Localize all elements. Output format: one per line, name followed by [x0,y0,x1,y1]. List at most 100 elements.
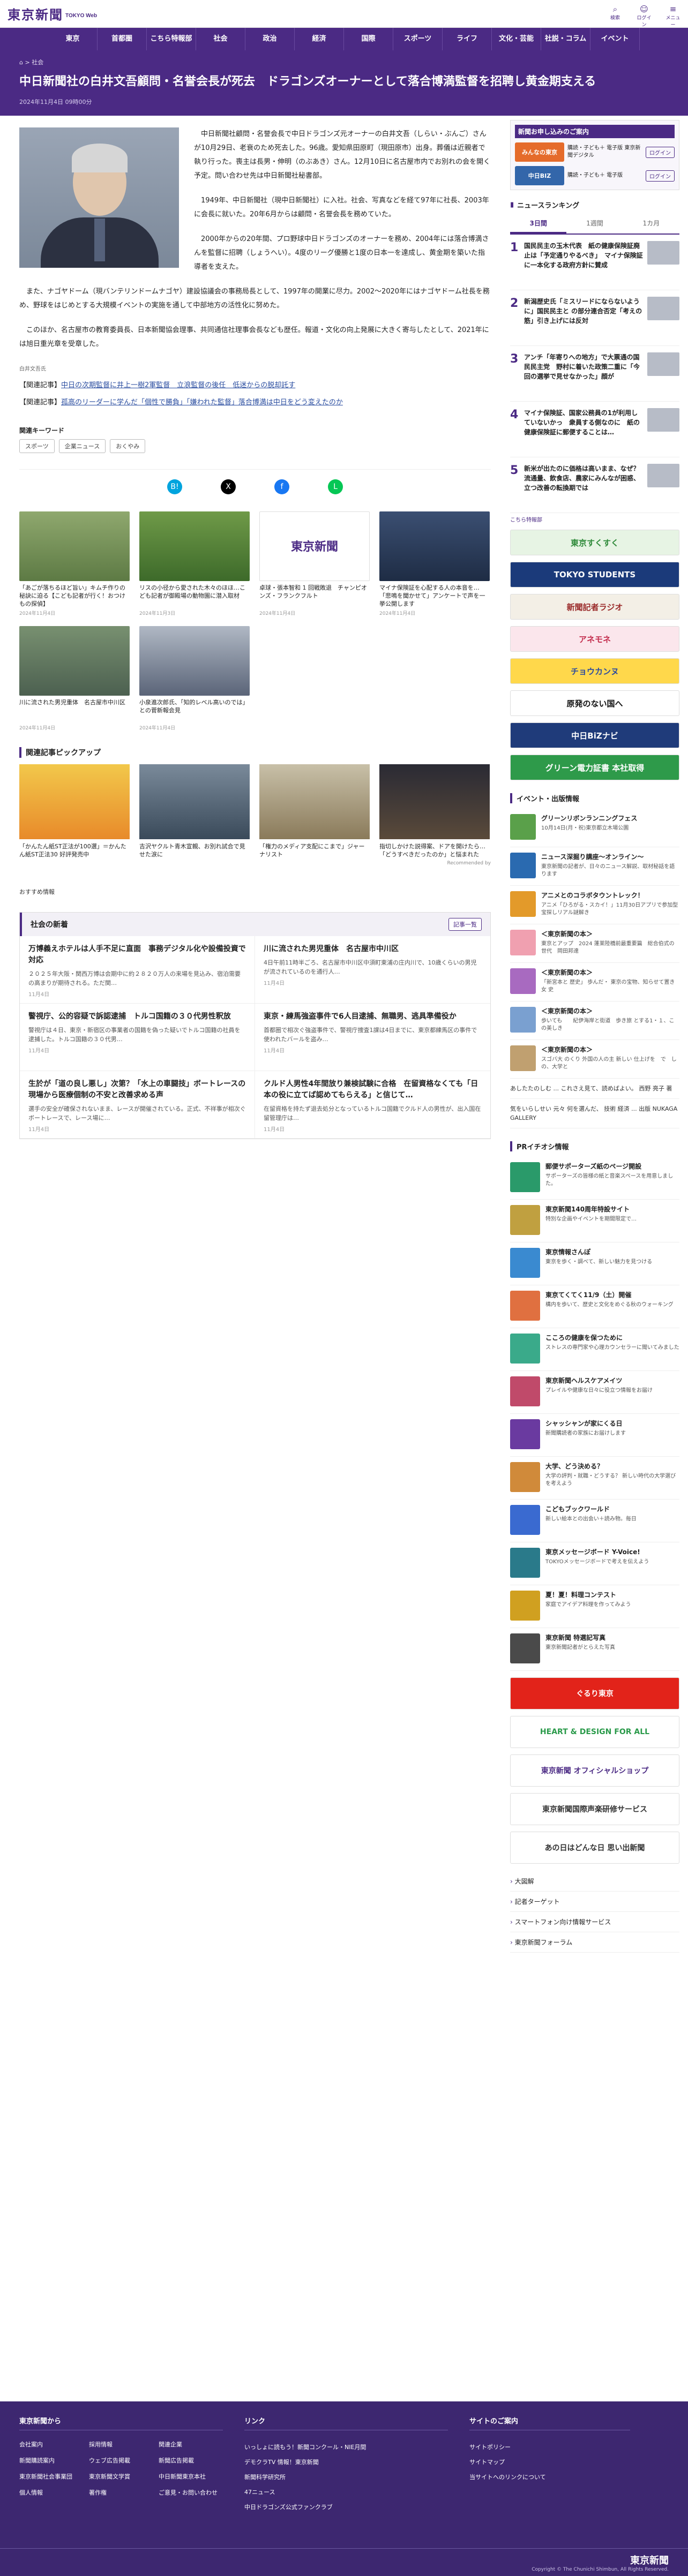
pr-item[interactable]: 東京情報さんぽ 東京を歩く・調べて、新しい魅力を見つける [510,1242,679,1285]
related-link-text[interactable]: 中日の次期監督に井上一樹2軍監督 立浪監督の後任 低迷からの脱却託す [61,381,295,389]
ranking-item[interactable]: 2 新潟歴史氏「ミスリードにならないように」国民民主と の部分連合否定「考えの筋」… [510,290,679,346]
related-card[interactable]: マイナ保険証を心配する人の本音を…「悲鳴を聞かせて」アンケートで声を一挙公開しま… [379,511,490,616]
keyword-tag[interactable]: 企業ニュース [58,439,106,453]
nav-item[interactable]: 東京 [48,28,98,50]
footer-link[interactable]: 新聞科学研究所 [244,2470,448,2485]
pr-item[interactable]: 大学、どう決める？ 大学の評判・就職・どうする？ 新しい時代の大学選びを考えよう [510,1457,679,1500]
event-item[interactable]: ＜東京新聞の本＞ 歩いても 紀伊海岸と街道 歩き旅 とする1・１、この美しき [510,1001,679,1040]
x-icon[interactable]: X [221,479,236,494]
society-item[interactable]: 警視庁、公的容疑で訴認逮捕 トルコ国籍の３０代男性釈放 警視庁は４日、東京・新宿区… [20,1004,255,1071]
facebook-icon[interactable]: f [274,479,289,494]
pr-item[interactable]: 東京てくてく11/9（土）開催 構内を歩いて、歴史と文化をめぐる秋のウォーキング [510,1285,679,1328]
home-icon[interactable]: ⌂ [19,59,23,66]
event-title[interactable]: アニメとのコラボタウントレック！ [541,891,679,900]
pr-title[interactable]: 大学、どう決める？ [545,1462,679,1471]
nav-item[interactable]: 政治 [245,28,295,50]
pr-title[interactable]: こころの健康を保つために [545,1334,679,1343]
pr-title[interactable]: 郵便サポーターズ紙のページ開設 [545,1162,679,1171]
line-icon[interactable]: L [328,479,343,494]
ranking-item[interactable]: 1 国民民主の玉木代表 紙の健康保険証廃止は「予定通りやるべき」 マイナ保険証に一… [510,235,679,290]
nav-item[interactable]: 経済 [295,28,344,50]
related-link-text[interactable]: 孤高のリーダーに学んだ「個性で勝負」「嫌われた監督」落合博満は中日をどう変えたの… [61,398,343,406]
ranking-item[interactable]: 3 アンチ「年寄りへの地方」で大票通の国民民主党 野村に着いた政策二重に「今回の選… [510,346,679,402]
footer-link[interactable]: 東京新聞社会事業団 [19,2472,84,2481]
pickup-card-image[interactable] [259,764,370,839]
society-item-title[interactable]: 東京・練馬強盗事件で6人目逮捕、無職男、逃具準備役か [264,1011,482,1022]
user-button[interactable]: ☺ ログイン [637,4,652,28]
related-card-image[interactable] [19,511,130,581]
pr-title[interactable]: 夏！夏！料理コンテスト [545,1591,631,1600]
pickup-card-image[interactable] [19,764,130,839]
subscription-logo[interactable]: みんなの東京 [515,142,564,162]
sidebar-banner[interactable]: 東京すくすく [510,530,679,555]
sidebar-banner[interactable]: グリーン電力証書 本社取得 [510,755,679,780]
pickup-card-image[interactable] [139,764,250,839]
footer-link[interactable]: 著作権 [89,2488,153,2497]
society-item[interactable]: 川に流された男児重体 名古屋市中川区 4日午前11時半ごろ、名古屋市中川区中須町東… [255,936,490,1004]
related-card[interactable]: リスの小径から愛された木々のほほ…こども記者が御殿場の動物園に潜入取材 2024年… [139,511,250,616]
nav-item[interactable]: 首都圏 [98,28,147,50]
pr-item[interactable]: 東京新聞ヘルスケアメイツ プレイルや健康な日々に役立つ情報をお届け [510,1371,679,1414]
sidebar-banner[interactable]: TOKYO STUDENTS [510,562,679,587]
ranking-item[interactable]: 4 マイナ保険証、国家公務員の1が利用していないかっ 衆員する側なのに 紙の健康保… [510,402,679,457]
society-item[interactable]: 東京・練馬強盗事件で6人目逮捕、無職男、逃具準備役か 首都圏で相次ぐ強盗事件で、警… [255,1004,490,1071]
footer-link[interactable]: 47ニュース [244,2485,448,2500]
sidebar-banner[interactable]: 新聞記者ラジオ [510,594,679,620]
footer-link[interactable]: 中日新聞東京本社 [159,2472,223,2481]
society-item[interactable]: 万博義えホテルは人手不足に直面 事務デジタル化や設備投資で対応 ２０２５年大阪・関… [20,936,255,1004]
ranking-item-title[interactable]: 国民民主の玉木代表 紙の健康保険証廃止は「予定通りやるべき」 マイナ保険証に一本… [524,241,643,283]
ranking-item[interactable]: 5 新米が出たのに価格は高いまま、なぜ？ 流通量、飲食店、農家にみんなが困惑、立つ… [510,457,679,513]
search-button[interactable]: ⌕ 検索 [608,4,623,28]
pr-title[interactable]: 東京新聞140周年特設サイト [545,1205,637,1214]
ranking-tab[interactable]: 1週間 [566,214,623,234]
related-card-image[interactable] [139,511,250,581]
nav-item[interactable]: イベント [590,28,640,50]
footer-link[interactable]: 個人情報 [19,2488,84,2497]
pr-title[interactable]: 東京メッセージボード Y-Voice! [545,1548,649,1557]
footer-link[interactable]: デモクラTV 情報！東京新聞 [244,2455,448,2470]
event-title[interactable]: ＜東京新聞の本＞ [541,930,679,939]
related-card-image[interactable] [19,626,130,696]
sidebar-link[interactable]: › 記者ターゲット [510,1892,679,1912]
ranking-item-title[interactable]: アンチ「年寄りへの地方」で大票通の国民民主党 野村に着いた政策二重に「今回の選挙… [524,352,643,395]
pr-title[interactable]: 東京新聞 特選記写真 [545,1633,615,1643]
subscription-logo[interactable]: 中日BIZ [515,166,564,185]
nav-item[interactable]: 文化・芸能 [492,28,541,50]
society-item-title[interactable]: クルド人男性4年間放り兼検試験に合格 在留資格なくても「日本の役に立てば認めても… [264,1079,482,1101]
related-card[interactable]: 小泉進次郎氏、「知的レベル高いのでは」との菅新報会見 2024年11月4日 [139,626,250,731]
nav-item[interactable]: こちら特報部 [147,28,196,50]
event-title[interactable]: グリーンリボンランニングフェス [541,814,637,823]
sidebar-link[interactable]: › 大図解 [510,1871,679,1892]
footer-link[interactable]: 新聞広告掲載 [159,2456,223,2465]
article-photo[interactable] [19,127,179,268]
related-card[interactable]: 東京新聞 卓球・張本智和 1 回戦敗退 チャンピオンズ・フランクフルト 2024年1… [259,511,370,616]
event-item[interactable]: ＜東京新聞の本＞ スゴバ大 のくり 外国の人の主 新しい 仕上げを で しの、大学… [510,1040,679,1079]
site-logo[interactable]: 東京新聞 TOKYO Web [8,4,97,23]
ranking-item-title[interactable]: 新米が出たのに価格は高いまま、なぜ？ 流通量、飲食店、農家にみんなが困惑、立つ改… [524,464,646,506]
event-title[interactable]: ＜東京新聞の本＞ [541,1045,679,1054]
related-card-image[interactable] [139,626,250,696]
footer-link[interactable]: 会社案内 [19,2440,84,2449]
sidebar-banner[interactable]: アネモネ [510,626,679,652]
society-item-title[interactable]: 万博義えホテルは人手不足に直面 事務デジタル化や設備投資で対応 [28,944,246,966]
plain-link[interactable]: 気をいらしせい 元々 何を選んだ、 技術 経済 ... 出版 NUKAGA GA… [510,1099,679,1128]
pr-item[interactable]: 東京新聞140周年特設サイト 特別な企画やイベントを期間限定で… [510,1200,679,1242]
keyword-tag[interactable]: おくやみ [110,439,146,453]
society-item[interactable]: 生於が「道の良し悪し」次第？「水上の車闘技」ボートレースの現場から医療個制の不安… [20,1071,255,1139]
ranking-tab[interactable]: 1カ月 [623,214,679,234]
event-item[interactable]: グリーンリボンランニングフェス 10月14日(月・祝)東京都立木場公園 [510,809,679,847]
event-item[interactable]: アニメとのコラボタウントレック！ アニメ「ひろがる・スカイ！」11月30日アプリで… [510,886,679,924]
nav-item[interactable]: 国際 [344,28,393,50]
pr-title[interactable]: 東京情報さんぽ [545,1248,652,1257]
footer-link[interactable]: 当サイトへのリンクについて [469,2470,630,2485]
event-item[interactable]: ＜東京新聞の本＞ 東京とアップ 2024 蓬莱陸橋前最重要篇 総合伯式の世代 岡田… [510,924,679,963]
society-more-button[interactable]: 記事一覧 [448,918,482,931]
sidebar-banner[interactable]: あの日はどんな日 思い出新聞 [510,1832,679,1864]
sidebar-banner[interactable]: 原発のない国へ [510,690,679,716]
footer-link[interactable]: サイトマップ [469,2455,630,2470]
ranking-item-title[interactable]: マイナ保険証、国家公務員の1が利用していないかっ 衆員する側なのに 紙の健康保険… [524,408,643,450]
pr-title[interactable]: シャッシャンが家にくる日 [545,1419,626,1428]
event-item[interactable]: ニュース深掘り講座〜オンライン〜 東京新聞の記者が、日々のニュース解説、取材秘話を… [510,847,679,886]
footer-logo[interactable]: 東京新聞 [19,2553,669,2567]
ranking-tab[interactable]: 3日間 [510,214,567,234]
